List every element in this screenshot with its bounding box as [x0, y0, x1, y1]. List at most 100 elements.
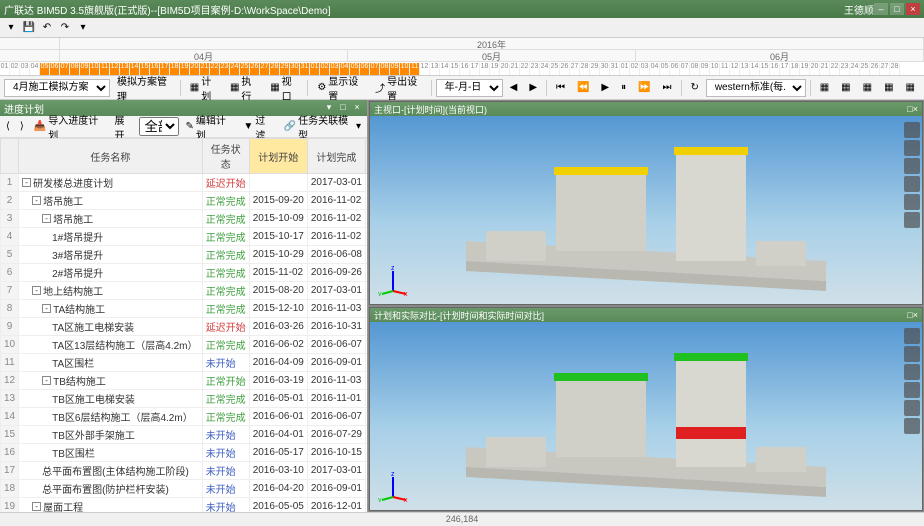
timeline-day[interactable]: 05: [40, 63, 50, 75]
date-next-icon[interactable]: ▶: [524, 79, 542, 97]
nav-fwd-icon[interactable]: ⟩: [16, 121, 28, 132]
timeline-day[interactable]: 14: [440, 63, 450, 75]
table-row[interactable]: 17总平面布置图(主体结构施工阶段)未开始2016-03-102017-03-0…: [1, 462, 368, 480]
timeline-day[interactable]: 21: [510, 63, 520, 75]
rewind-icon[interactable]: ⏮: [551, 79, 570, 97]
timeline-day[interactable]: 12: [730, 63, 740, 75]
timeline-day[interactable]: 08: [690, 63, 700, 75]
table-row[interactable]: 1-研发楼总进度计划延迟开始2017-03-01560d2015-08-2029…: [1, 174, 368, 192]
timeline-day[interactable]: 04: [30, 63, 40, 75]
timeline-day[interactable]: 06: [50, 63, 60, 75]
viewport-bottom[interactable]: 计划和实际对比-[计划时间和实际时间对比] □× zxy: [369, 307, 923, 511]
extra1-icon[interactable]: ▦: [815, 79, 834, 97]
pause-icon[interactable]: ⏸: [616, 79, 631, 97]
timeline-day[interactable]: 19: [180, 63, 190, 75]
vp-tool-pan-icon[interactable]: [904, 158, 920, 174]
date-prev-icon[interactable]: ◀: [505, 79, 523, 97]
timeline-day[interactable]: 11: [100, 63, 110, 75]
timeline-day[interactable]: 07: [370, 63, 380, 75]
zoom-select[interactable]: western标准(每...): [706, 79, 806, 97]
timeline-day[interactable]: 11: [720, 63, 730, 75]
timeline-day[interactable]: 01: [310, 63, 320, 75]
timeline-day[interactable]: 25: [860, 63, 870, 75]
timeline-day[interactable]: 17: [780, 63, 790, 75]
col-header[interactable]: [1, 139, 19, 174]
qat-redo-icon[interactable]: ↷: [58, 21, 72, 35]
axis-gizmo-top[interactable]: zxy: [378, 266, 408, 296]
tree-toggle-icon[interactable]: -: [42, 214, 51, 223]
timeline-day[interactable]: 01: [0, 63, 10, 75]
vp-bot-close-icon[interactable]: ×: [913, 310, 918, 320]
timeline-day[interactable]: 20: [500, 63, 510, 75]
timeline-day[interactable]: 22: [830, 63, 840, 75]
sim-settings-button[interactable]: 模拟方案管理: [112, 79, 176, 97]
table-row[interactable]: 3-塔吊施工正常完成2015-10-092016-11-02391d2015-1…: [1, 210, 368, 228]
timeline-day[interactable]: 23: [840, 63, 850, 75]
fastfwd-icon[interactable]: ⏭: [658, 79, 677, 97]
timeline-day[interactable]: 15: [450, 63, 460, 75]
extra3-icon[interactable]: ▦: [858, 79, 877, 97]
timeline-day[interactable]: 04: [650, 63, 660, 75]
vp-tool-rotate-icon[interactable]: [904, 176, 920, 192]
table-row[interactable]: 7-地上结构施工正常完成2015-08-202017-03-01560d2015…: [1, 282, 368, 300]
timeline-day[interactable]: 16: [460, 63, 470, 75]
timeline-day[interactable]: 10: [710, 63, 720, 75]
timeline-day[interactable]: 18: [790, 63, 800, 75]
timeline-day[interactable]: 03: [640, 63, 650, 75]
expand-button[interactable]: 展开: [111, 112, 138, 142]
timeline-day[interactable]: 24: [230, 63, 240, 75]
extra4-icon[interactable]: ▦: [879, 79, 898, 97]
timeline-day[interactable]: 19: [800, 63, 810, 75]
qat-menu-icon[interactable]: ▾: [4, 21, 18, 35]
timeline-day[interactable]: 25: [550, 63, 560, 75]
timeline-day[interactable]: 22: [520, 63, 530, 75]
vp2-tool-rotate-icon[interactable]: [904, 382, 920, 398]
col-header[interactable]: 计划工期: [366, 139, 368, 174]
table-row[interactable]: 12-TB结构施工正常开始2016-03-192016-11-03230d201…: [1, 372, 368, 390]
col-header[interactable]: 任务名称: [19, 139, 203, 174]
vp2-tool-zoom-icon[interactable]: [904, 400, 920, 416]
timeline-day[interactable]: 13: [740, 63, 750, 75]
timeline-day[interactable]: 20: [190, 63, 200, 75]
vp2-tool-home-icon[interactable]: [904, 328, 920, 344]
table-row[interactable]: 8-TA结构施工正常完成2015-12-102016-11-03330d2015…: [1, 300, 368, 318]
plan-button[interactable]: ▦ 计划: [185, 79, 223, 97]
table-row[interactable]: 2-塔吊施工正常完成2015-09-202016-11-02410d2015-0…: [1, 192, 368, 210]
timeline-day[interactable]: 24: [540, 63, 550, 75]
table-row[interactable]: 41#塔吊提升正常完成2015-10-172016-11-02383d2015-…: [1, 228, 368, 246]
viewport-top[interactable]: 主视口-[计划时间](当前视口) □× zxy: [369, 101, 923, 305]
qat-dropdown-icon[interactable]: ▾: [76, 21, 90, 35]
tree-toggle-icon[interactable]: -: [32, 196, 41, 205]
play-icon[interactable]: ▶: [596, 79, 614, 97]
timeline-day[interactable]: 06: [670, 63, 680, 75]
timeline-day[interactable]: 08: [70, 63, 80, 75]
exec-button[interactable]: ▦ 执行: [225, 79, 263, 97]
timeline-day[interactable]: 19: [490, 63, 500, 75]
col-header[interactable]: 计划完成: [307, 139, 365, 174]
timeline-day[interactable]: 23: [220, 63, 230, 75]
timeline-day[interactable]: 27: [260, 63, 270, 75]
loop-icon[interactable]: ↻: [685, 79, 703, 97]
table-row[interactable]: 16TB区围栏未开始2016-05-172016-10-15152d0d: [1, 444, 368, 462]
vp2-tool-pan-icon[interactable]: [904, 364, 920, 380]
timeline-day[interactable]: 13: [430, 63, 440, 75]
show-settings-button[interactable]: ⚙ 显示设置: [312, 79, 368, 97]
filter-all-select[interactable]: 全部: [139, 117, 179, 136]
vp2-tool-select-icon[interactable]: [904, 346, 920, 362]
table-row[interactable]: 9TA区施工电梯安装延迟开始2016-03-262016-10-31220d20…: [1, 318, 368, 336]
filter-button[interactable]: ▼ 过滤: [239, 112, 277, 142]
edit-plan-button[interactable]: ✎ 编辑计划: [181, 112, 237, 142]
timeline-day[interactable]: 09: [700, 63, 710, 75]
step-fwd-icon[interactable]: ⏩: [633, 79, 655, 97]
date-format-select[interactable]: 年-月-日: [436, 79, 503, 97]
timeline-day[interactable]: 29: [590, 63, 600, 75]
tree-toggle-icon[interactable]: -: [22, 178, 31, 187]
timeline-day[interactable]: 07: [60, 63, 70, 75]
tree-toggle-icon[interactable]: -: [32, 502, 41, 511]
vp-tool-home-icon[interactable]: [904, 122, 920, 138]
timeline-day[interactable]: 03: [20, 63, 30, 75]
timeline-day[interactable]: 02: [630, 63, 640, 75]
timeline-day[interactable]: 18: [480, 63, 490, 75]
table-row[interactable]: 11TA区围栏未开始2016-04-092016-09-01146d0d: [1, 354, 368, 372]
timeline-day[interactable]: 18: [170, 63, 180, 75]
